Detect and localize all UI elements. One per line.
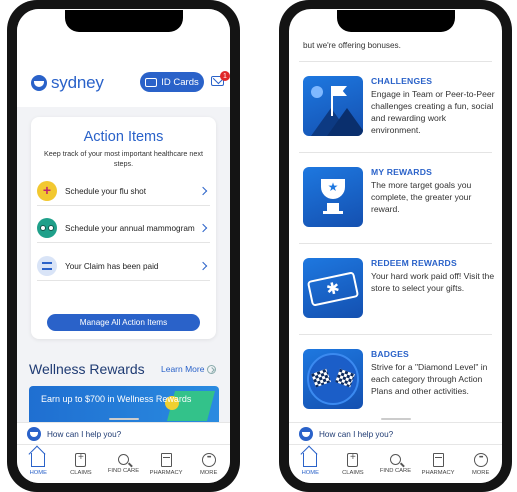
phone-notch — [336, 10, 455, 32]
tab-label: MORE — [471, 469, 490, 476]
id-card-icon — [145, 77, 158, 87]
action-item-label: Schedule your flu shot — [65, 186, 147, 196]
chat-prompt: How can I help you? — [319, 429, 394, 439]
sun-graphic — [311, 86, 323, 98]
wellness-banner[interactable]: Earn up to $700 in Wellness Rewards — [29, 386, 219, 426]
mail-badge: 1 — [220, 71, 230, 81]
feature-title: CHALLENGES — [371, 76, 433, 86]
learn-more-link[interactable]: Learn More — [161, 364, 217, 374]
chat-prompt: How can I help you? — [47, 429, 122, 439]
tab-home[interactable]: HOME — [289, 445, 332, 483]
feature-badges[interactable]: BADGES Strive for a "Diamond Level" in e… — [299, 334, 492, 419]
tab-label: PHARMACY — [149, 469, 183, 476]
sydney-face-icon — [31, 75, 47, 91]
manage-action-items-button[interactable]: Manage All Action Items — [47, 314, 200, 331]
action-item-claim[interactable]: Your Claim has been paid — [37, 252, 210, 281]
phone-left: sydney ID Cards 1 Action Items Keep trac… — [7, 0, 240, 492]
search-icon — [117, 454, 129, 465]
chevron-right-icon — [198, 261, 208, 271]
tab-bar: HOME CLAIMS FIND CARE PHARMACY MORE — [17, 444, 230, 483]
tab-pharmacy[interactable]: PHARMACY — [145, 445, 188, 483]
feature-desc: Your hard work paid off! Visit the store… — [371, 271, 495, 293]
mammogram-icon — [37, 218, 57, 238]
search-icon — [389, 454, 401, 465]
ticket-graphic — [306, 271, 360, 307]
trophy-icon — [303, 167, 363, 227]
tab-label: HOME — [29, 469, 47, 476]
badges-icon — [303, 349, 363, 409]
chat-bar[interactable]: How can I help you? — [289, 418, 502, 445]
home-screen: sydney ID Cards 1 Action Items Keep trac… — [17, 9, 230, 483]
trophy-graphic — [321, 179, 345, 199]
tab-more[interactable]: MORE — [459, 445, 502, 483]
action-item-mammogram[interactable]: Schedule your annual mammogram — [37, 214, 210, 243]
tab-find-care[interactable]: FIND CARE — [374, 445, 417, 483]
gift-ticket-icon — [303, 258, 363, 318]
feature-desc: The more target goals you complete, the … — [371, 180, 472, 214]
home-icon — [31, 452, 46, 467]
feature-title: MY REWARDS — [371, 167, 433, 177]
tab-label: HOME — [301, 469, 319, 476]
flag-graphic — [331, 86, 333, 116]
intro-text-cutoff: but we're offering bonuses. — [303, 41, 401, 50]
feature-desc: Strive for a "Diamond Level" in each cat… — [371, 362, 488, 396]
sydney-face-icon — [27, 427, 41, 441]
more-icon — [473, 452, 488, 467]
claim-icon — [37, 256, 57, 276]
trophy-base-graphic — [323, 203, 343, 214]
claims-icon — [75, 452, 87, 467]
feature-title: REDEEM REWARDS — [371, 258, 457, 268]
sydney-logo[interactable]: sydney — [31, 73, 104, 93]
challenges-icon — [303, 76, 363, 136]
tab-claims[interactable]: CLAIMS — [332, 445, 375, 483]
feature-my-rewards[interactable]: MY REWARDS The more target goals you com… — [299, 152, 492, 237]
pharmacy-icon — [432, 452, 444, 467]
chevron-right-icon — [198, 186, 208, 196]
tab-label: PHARMACY — [421, 469, 455, 476]
sydney-face-icon — [299, 427, 313, 441]
action-items-card: Action Items Keep track of your most imp… — [31, 117, 216, 339]
action-items-title: Action Items — [83, 129, 164, 145]
tab-more[interactable]: MORE — [187, 445, 230, 483]
action-item-flu-shot[interactable]: Schedule your flu shot — [37, 177, 210, 206]
tab-label: FIND CARE — [379, 468, 412, 474]
phone-right: but we're offering bonuses. CHALLENGES E… — [279, 0, 512, 492]
feature-title: BADGES — [371, 349, 409, 359]
action-item-label: Your Claim has been paid — [65, 261, 159, 271]
flu-shot-icon — [37, 181, 57, 201]
claims-icon — [347, 452, 359, 467]
id-cards-label: ID Cards — [161, 76, 199, 88]
rewards-screen: but we're offering bonuses. CHALLENGES E… — [289, 9, 502, 483]
tab-pharmacy[interactable]: PHARMACY — [417, 445, 460, 483]
feature-desc: Engage in Team or Peer-to-Peer challenge… — [371, 89, 495, 135]
tab-label: FIND CARE — [107, 468, 140, 474]
id-cards-button[interactable]: ID Cards — [140, 72, 204, 92]
chat-bar[interactable]: How can I help you? — [17, 418, 230, 445]
banner-text: Earn up to $700 in Wellness Rewards — [41, 394, 192, 404]
wellness-rewards-title: Wellness Rewards — [29, 361, 145, 377]
feature-redeem-rewards[interactable]: REDEEM REWARDS Your hard work paid off! … — [299, 243, 494, 328]
logo-text: sydney — [51, 73, 104, 92]
tab-label: MORE — [199, 469, 218, 476]
drag-handle[interactable] — [108, 418, 139, 420]
tab-label: CLAIMS — [70, 469, 92, 476]
tab-find-care[interactable]: FIND CARE — [102, 445, 145, 483]
tab-claims[interactable]: CLAIMS — [60, 445, 103, 483]
chevron-right-icon — [198, 223, 208, 233]
chevron-circle-icon — [207, 364, 217, 374]
learn-more-label: Learn More — [161, 364, 205, 374]
action-item-label: Schedule your annual mammogram — [65, 223, 195, 233]
tab-home[interactable]: HOME — [17, 445, 60, 483]
feature-challenges[interactable]: CHALLENGES Engage in Team or Peer-to-Pee… — [299, 61, 495, 146]
tab-bar: HOME CLAIMS FIND CARE PHARMACY MORE — [289, 444, 502, 483]
home-icon — [303, 452, 318, 467]
more-icon — [201, 452, 216, 467]
phone-notch — [64, 10, 183, 32]
action-items-subtitle: Keep track of your most important health… — [43, 149, 203, 168]
tab-label: CLAIMS — [342, 469, 364, 476]
drag-handle[interactable] — [380, 418, 411, 420]
pharmacy-icon — [160, 452, 172, 467]
